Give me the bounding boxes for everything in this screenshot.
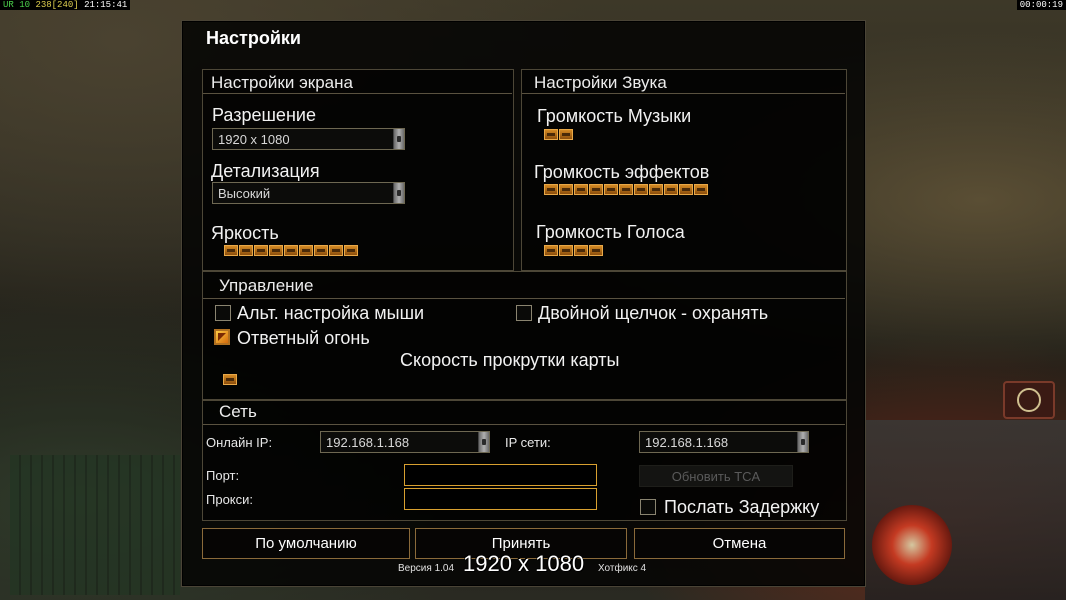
slider-segment xyxy=(284,245,298,256)
port-label: Порт: xyxy=(206,468,240,483)
game-timer: 00:00:19 xyxy=(1019,0,1063,10)
port-input[interactable] xyxy=(404,464,597,486)
slider-segment xyxy=(694,184,708,195)
version-hotfix: Хотфикс 4 xyxy=(598,563,647,574)
slider-segment xyxy=(559,245,573,256)
slider-segment xyxy=(649,184,663,195)
send-delay-label[interactable]: Послать Задержку xyxy=(664,497,819,518)
slider-segment xyxy=(239,245,253,256)
dropdown-arrow-icon[interactable] xyxy=(393,183,404,203)
resolution-value: 1920 x 1080 xyxy=(218,132,290,147)
slider-segment xyxy=(634,184,648,195)
slider-segment xyxy=(664,184,678,195)
effects-volume-label: Громкость эффектов xyxy=(534,162,710,182)
slider-segment xyxy=(224,245,238,256)
alt-mouse-label[interactable]: Альт. настройка мыши xyxy=(237,303,424,324)
divider xyxy=(203,424,845,425)
slider-segment xyxy=(679,184,693,195)
slider-segment xyxy=(344,245,358,256)
retaliation-label[interactable]: Ответный огонь xyxy=(237,328,370,349)
online-ip-label: Онлайн IP: xyxy=(206,435,273,450)
music-volume-label: Громкость Музыки xyxy=(537,106,692,126)
alt-mouse-checkbox[interactable] xyxy=(215,305,231,321)
brightness-slider[interactable] xyxy=(224,245,358,256)
slider-segment xyxy=(544,184,558,195)
controls-header: Управление xyxy=(219,276,314,295)
status-bar-left: UR 10 238[240] 21:15:41 xyxy=(0,0,131,10)
dropdown-arrow-icon[interactable] xyxy=(393,129,404,149)
slider-segment xyxy=(314,245,328,256)
status-clock: 21:15:41 xyxy=(84,0,128,10)
lan-ip-dropdown[interactable]: 192.168.1.168 xyxy=(639,431,809,453)
dropdown-arrow-icon[interactable] xyxy=(478,432,489,452)
resolution-overlay: 1920 x 1080 xyxy=(463,551,585,576)
slider-segment xyxy=(559,129,573,140)
double-click-guard-label[interactable]: Двойной щелчок - охранять xyxy=(538,303,768,324)
cancel-button[interactable]: Отмена xyxy=(634,528,845,559)
double-click-guard-checkbox[interactable] xyxy=(516,305,532,321)
divider xyxy=(522,93,845,94)
slider-segment xyxy=(619,184,633,195)
slider-segment xyxy=(544,129,558,140)
slider-segment xyxy=(223,374,237,385)
status-fps: 238 xyxy=(35,0,52,10)
slider-segment xyxy=(254,245,268,256)
lan-ip-label: IP сети: xyxy=(505,435,551,450)
proxy-label: Прокси: xyxy=(206,492,254,507)
slider-segment xyxy=(544,245,558,256)
radar-icon xyxy=(1003,381,1055,419)
detail-dropdown[interactable]: Высокий xyxy=(212,182,405,204)
slider-segment xyxy=(574,245,588,256)
voice-volume-slider[interactable] xyxy=(544,245,603,256)
retaliation-checkbox[interactable] xyxy=(214,329,230,345)
update-tca-button: Обновить TCA xyxy=(639,465,793,487)
voice-volume-label: Громкость Голоса xyxy=(536,222,685,242)
brightness-label: Яркость xyxy=(211,223,279,243)
send-delay-checkbox[interactable] xyxy=(640,499,656,515)
defaults-button[interactable]: По умолчанию xyxy=(202,528,410,559)
resolution-dropdown[interactable]: 1920 x 1080 xyxy=(212,128,405,150)
status-prefix: UR xyxy=(3,0,14,10)
dropdown-arrow-icon[interactable] xyxy=(797,432,808,452)
detail-label: Детализация xyxy=(211,161,320,181)
effects-volume-slider[interactable] xyxy=(544,184,708,195)
background-hud-left xyxy=(10,455,180,595)
slider-segment xyxy=(299,245,313,256)
online-ip-dropdown[interactable]: 192.168.1.168 xyxy=(320,431,490,453)
scroll-speed-slider[interactable] xyxy=(223,374,237,385)
music-volume-slider[interactable] xyxy=(544,129,573,140)
network-header: Сеть xyxy=(219,402,257,421)
slider-segment xyxy=(589,245,603,256)
sound-settings-header: Настройки Звука xyxy=(534,73,667,92)
divider xyxy=(203,298,845,299)
lan-ip-value: 192.168.1.168 xyxy=(645,435,729,450)
faction-emblem xyxy=(872,505,952,585)
slider-segment xyxy=(329,245,343,256)
version-text: Версия 1.04 xyxy=(398,563,455,574)
resolution-label: Разрешение xyxy=(212,105,316,125)
slider-segment xyxy=(589,184,603,195)
dialog-title: Настройки xyxy=(206,28,301,48)
slider-segment xyxy=(604,184,618,195)
detail-value: Высокий xyxy=(218,186,271,201)
divider xyxy=(203,93,512,94)
slider-segment xyxy=(269,245,283,256)
slider-segment xyxy=(574,184,588,195)
status-bar-right: 00:00:19 xyxy=(1016,0,1066,10)
online-ip-value: 192.168.1.168 xyxy=(326,435,410,450)
status-fps-cap: [240] xyxy=(51,0,79,10)
slider-segment xyxy=(559,184,573,195)
status-ping: 10 xyxy=(19,0,31,10)
screen-settings-header: Настройки экрана xyxy=(211,73,353,92)
scroll-speed-label: Скорость прокрутки карты xyxy=(400,350,620,370)
proxy-input[interactable] xyxy=(404,488,597,510)
